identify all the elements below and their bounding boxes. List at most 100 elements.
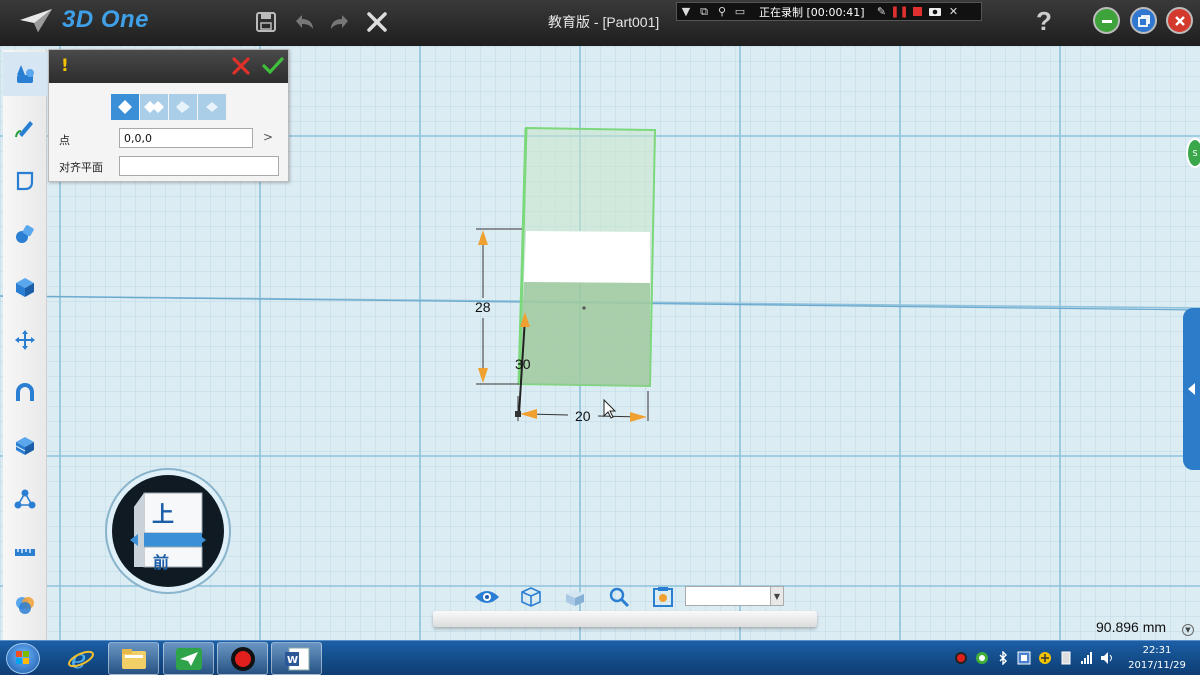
view-cube-top-label[interactable]: 上 [152,497,174,529]
taskbar-recorder[interactable] [217,642,268,675]
security-tray-icon[interactable] [1036,649,1053,666]
minimize-button[interactable] [1093,7,1120,34]
region-icon[interactable]: ▭ [731,3,749,20]
system-tray [952,649,1116,666]
shaded-view-button[interactable] [561,584,589,610]
special-feature-tool[interactable] [3,265,47,309]
network-globe-icon[interactable] [973,649,990,666]
recording-status: 正在录制 [00:00:41] [759,5,865,19]
magnifier-icon[interactable]: ⚲ [713,3,731,20]
windows-logo-icon [16,651,29,664]
right-panel-tab[interactable] [1183,308,1200,470]
3d-one-icon [175,647,202,670]
panel-header: ! [49,50,288,83]
command-panel: ! 点 > 对齐平面 [48,49,289,182]
minimize-icon [1101,19,1112,23]
recorder-icon [230,646,255,671]
close-recorder-icon[interactable]: ✕ [944,3,962,20]
record-tray-icon[interactable] [952,649,969,666]
diamond-icon [118,100,132,114]
expand-arrow-icon[interactable]: > [263,130,273,144]
material-tool[interactable] [3,583,47,627]
right-status-badge[interactable]: S [1186,138,1200,168]
left-toolbar [3,50,47,640]
mode-offset-button[interactable] [169,94,197,120]
view-mode-select[interactable]: ▼ [685,586,784,606]
ruler-icon [15,549,35,556]
mode-one-side-button[interactable] [111,94,139,120]
shaded-cube-icon [566,590,584,606]
dimension-depth-label[interactable]: 30 [515,356,531,372]
camera-icon[interactable] [926,3,944,20]
mode-two-side-button[interactable] [140,94,168,120]
basic-solid-tool[interactable] [3,52,47,96]
magnet-icon [16,383,34,401]
dimension-height-label[interactable]: 28 [475,299,491,315]
close-window-button[interactable] [1166,7,1193,34]
combine-tool[interactable] [3,424,47,468]
taskbar-file-explorer[interactable] [108,642,159,675]
move-tool[interactable] [3,318,47,362]
eye-icon [475,591,499,603]
view-cube-front-label[interactable]: 前 [153,549,169,573]
adsorption-tool[interactable] [3,371,47,415]
cancel-button[interactable] [231,56,251,76]
delete-button[interactable] [361,6,393,38]
pause-icon[interactable]: ❚❚ [890,3,908,20]
chevron-down-icon[interactable]: ▼ [770,587,783,605]
confirm-button[interactable] [262,56,284,76]
dimension-width-label[interactable]: 20 [575,408,591,424]
pencil-icon [15,121,33,138]
start-button[interactable] [6,643,40,674]
taskbar-internet-explorer[interactable]: e [55,642,106,675]
zoom-icon [609,587,630,608]
sketch-edit-tool[interactable] [3,159,47,203]
render-settings-button[interactable] [649,584,677,610]
pen-icon[interactable]: ✎ [872,3,890,20]
taskbar-word[interactable]: W [271,642,322,675]
sketch-tool[interactable] [3,106,47,150]
stop-icon[interactable] [908,3,926,20]
paper-plane-logo-icon [20,9,52,32]
close-window-icon [1174,15,1185,26]
close-icon [232,57,250,75]
bluetooth-icon[interactable] [994,649,1011,666]
shape-edit-icon [16,171,34,191]
taskbar-clock[interactable]: 22:31 2017/11/29 [1124,643,1190,673]
solid-shapes-icon [17,65,34,83]
app-logo: 3D One [18,6,149,34]
svg-text:W: W [287,655,298,666]
feature-tool[interactable] [3,212,47,256]
array-nodes-icon [14,489,36,509]
mode-symmetric-button[interactable] [198,94,226,120]
save-button[interactable] [250,6,282,38]
dropdown-icon[interactable]: ▼ [677,3,695,20]
checkmark-icon [262,57,284,75]
zoom-button[interactable] [605,584,633,610]
symmetric-shape-icon [206,102,218,112]
save-icon [256,12,276,32]
internet-explorer-icon: e [67,645,94,673]
window-mode-icon[interactable]: ⧉ [695,3,713,20]
view-cube[interactable]: 上 前 [104,467,232,595]
undo-button[interactable] [288,6,320,38]
offset-shape-icon [176,101,190,113]
combine-blocks-icon [15,437,34,455]
readout-dropdown-icon[interactable]: ▼ [1182,624,1194,636]
toolbar-shelf [433,611,817,627]
help-button[interactable]: ? [1036,6,1052,37]
volume-icon[interactable] [1099,649,1116,666]
keyboard-tray-icon[interactable] [1015,649,1032,666]
array-tool[interactable] [3,477,47,521]
redo-button[interactable] [324,6,356,38]
signal-icon[interactable] [1078,649,1095,666]
device-tray-icon[interactable] [1057,649,1074,666]
align-plane-input[interactable] [119,156,279,176]
warning-icon: ! [61,56,69,76]
view-visibility-button[interactable] [473,584,501,610]
point-input[interactable] [119,128,253,148]
wireframe-view-button[interactable] [517,584,545,610]
taskbar-3d-one[interactable] [163,642,214,675]
restore-button[interactable] [1130,7,1157,34]
measure-tool[interactable] [3,530,47,574]
